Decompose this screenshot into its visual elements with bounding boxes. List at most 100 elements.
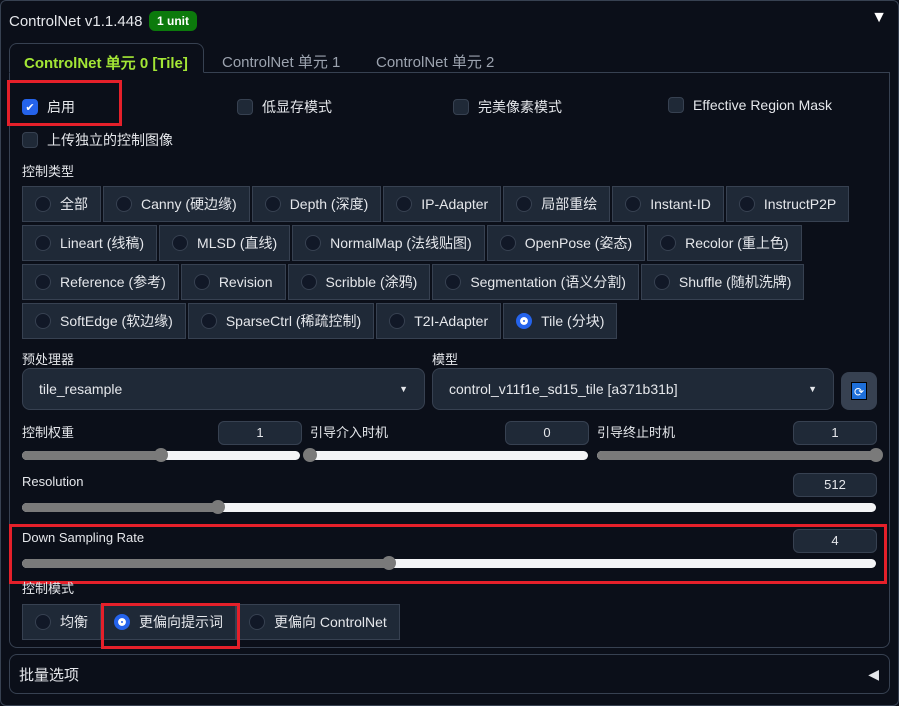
radio-icon	[249, 614, 265, 630]
preprocessor-dropdown[interactable]: tile_resample▼	[22, 368, 425, 410]
radio-icon	[301, 274, 317, 290]
radio-icon	[445, 274, 461, 290]
option-label: Lineart (线稿)	[60, 233, 144, 253]
chevron-down-icon: ▼	[808, 384, 817, 394]
weight-slider[interactable]	[22, 451, 300, 460]
region-mask-label: Effective Region Mask	[693, 97, 832, 113]
start-label: 引导介入时机	[310, 422, 388, 441]
end-number-input[interactable]: 1	[793, 421, 877, 445]
start-slider[interactable]	[310, 451, 588, 460]
highlight-box	[9, 524, 887, 584]
start-number-input[interactable]: 0	[505, 421, 589, 445]
slider-thumb[interactable]	[869, 448, 883, 462]
radio-icon	[116, 196, 132, 212]
radio-icon	[35, 274, 51, 290]
option-label: Depth (深度)	[290, 194, 369, 214]
radio-icon	[389, 313, 405, 329]
end-label: 引导终止时机	[597, 422, 675, 441]
radio-icon	[516, 313, 532, 329]
end-slider[interactable]	[597, 451, 876, 460]
slider-fill	[22, 503, 218, 512]
slider-thumb[interactable]	[154, 448, 168, 462]
control-type-option[interactable]: T2I-Adapter	[376, 303, 501, 339]
resolution-label: Resolution	[22, 474, 83, 489]
option-label: IP-Adapter	[421, 196, 488, 212]
slider-thumb[interactable]	[303, 448, 317, 462]
control-type-option[interactable]: InstructP2P	[726, 186, 849, 222]
pixel-perfect-label: 完美像素模式	[478, 97, 562, 117]
radio-icon	[35, 614, 51, 630]
expand-icon: ◀	[868, 666, 879, 683]
radio-icon	[194, 274, 210, 290]
control-type-option[interactable]: OpenPose (姿态)	[487, 225, 645, 261]
control-type-option[interactable]: Recolor (重上色)	[647, 225, 801, 261]
low-vram-checkbox[interactable]: 低显存模式	[237, 97, 332, 117]
control-type-option[interactable]: Lineart (线稿)	[22, 225, 157, 261]
model-label: 模型	[432, 349, 458, 368]
slider-thumb[interactable]	[211, 500, 225, 514]
highlight-box	[7, 80, 122, 126]
option-label: 局部重绘	[541, 194, 597, 214]
weight-number-input[interactable]: 1	[218, 421, 302, 445]
control-type-option[interactable]: Revision	[181, 264, 286, 300]
radio-icon	[396, 196, 412, 212]
slider-fill	[22, 451, 161, 460]
control-type-row: 全部 Canny (硬边缘) Depth (深度) IP-Adapter 局部重绘 Ins…	[22, 186, 849, 222]
refresh-models-button[interactable]: ⟳	[841, 372, 877, 410]
control-type-option[interactable]: Depth (深度)	[252, 186, 382, 222]
radio-icon	[305, 235, 321, 251]
control-type-option[interactable]: SparseCtrl (稀疏控制)	[188, 303, 374, 339]
refresh-icon: ⟳	[851, 382, 867, 400]
upload-independent-checkbox[interactable]: 上传独立的控制图像	[22, 130, 173, 150]
radio-icon	[265, 196, 281, 212]
option-label: Scribble (涂鸦)	[326, 272, 418, 292]
control-type-option[interactable]: NormalMap (法线贴图)	[292, 225, 485, 261]
control-type-option[interactable]: 局部重绘	[503, 186, 610, 222]
control-type-option[interactable]: IP-Adapter	[383, 186, 501, 222]
resolution-number-input[interactable]: 512	[793, 473, 877, 497]
radio-icon	[500, 235, 516, 251]
batch-options-label: 批量选项	[19, 664, 79, 685]
control-type-option[interactable]: Reference (参考)	[22, 264, 179, 300]
pixel-perfect-checkbox[interactable]: 完美像素模式	[453, 97, 562, 117]
option-label: NormalMap (法线贴图)	[330, 233, 472, 253]
batch-options-accordion[interactable]: 批量选项 ◀	[9, 654, 890, 694]
control-type-option[interactable]: Shuffle (随机洗牌)	[641, 264, 805, 300]
control-type-option[interactable]: SoftEdge (软边缘)	[22, 303, 186, 339]
radio-icon	[739, 196, 755, 212]
resolution-slider[interactable]	[22, 503, 876, 512]
unit-badge: 1 unit	[149, 11, 197, 31]
option-label: T2I-Adapter	[414, 313, 488, 329]
control-type-option[interactable]: Canny (硬边缘)	[103, 186, 250, 222]
radio-icon	[35, 196, 51, 212]
option-label: OpenPose (姿态)	[525, 233, 632, 253]
option-label: Reference (参考)	[60, 272, 166, 292]
control-type-option[interactable]: 全部	[22, 186, 101, 222]
highlight-box	[101, 603, 240, 649]
control-type-option[interactable]: Instant-ID	[612, 186, 724, 222]
radio-icon	[201, 313, 217, 329]
control-type-row: Reference (参考) Revision Scribble (涂鸦) Segme…	[22, 264, 804, 300]
option-label: Canny (硬边缘)	[141, 194, 237, 214]
radio-icon	[654, 274, 670, 290]
control-type-option[interactable]: Segmentation (语义分割)	[432, 264, 639, 300]
radio-icon	[35, 313, 51, 329]
radio-icon	[172, 235, 188, 251]
low-vram-label: 低显存模式	[262, 97, 332, 117]
control-type-option[interactable]: Scribble (涂鸦)	[288, 264, 431, 300]
tab-unit-1[interactable]: ControlNet 单元 1	[208, 43, 354, 73]
upload-label: 上传独立的控制图像	[47, 130, 173, 150]
region-mask-checkbox[interactable]: Effective Region Mask	[668, 97, 832, 113]
control-type-option[interactable]: Tile (分块)	[503, 303, 617, 339]
tab-unit-2[interactable]: ControlNet 单元 2	[362, 43, 508, 73]
option-label: 更偏向 ControlNet	[274, 612, 387, 632]
model-dropdown[interactable]: control_v11f1e_sd15_tile [a371b31b] ▼	[432, 368, 834, 410]
model-value: control_v11f1e_sd15_tile [a371b31b]	[449, 381, 678, 397]
control-mode-option[interactable]: 均衡	[22, 604, 101, 640]
option-label: SparseCtrl (稀疏控制)	[226, 311, 361, 331]
collapse-icon[interactable]: ▼	[871, 9, 887, 27]
tab-unit-0[interactable]: ControlNet 单元 0 [Tile]	[9, 43, 204, 73]
option-label: Instant-ID	[650, 196, 711, 212]
control-mode-option[interactable]: 更偏向 ControlNet	[236, 604, 400, 640]
control-type-option[interactable]: MLSD (直线)	[159, 225, 290, 261]
